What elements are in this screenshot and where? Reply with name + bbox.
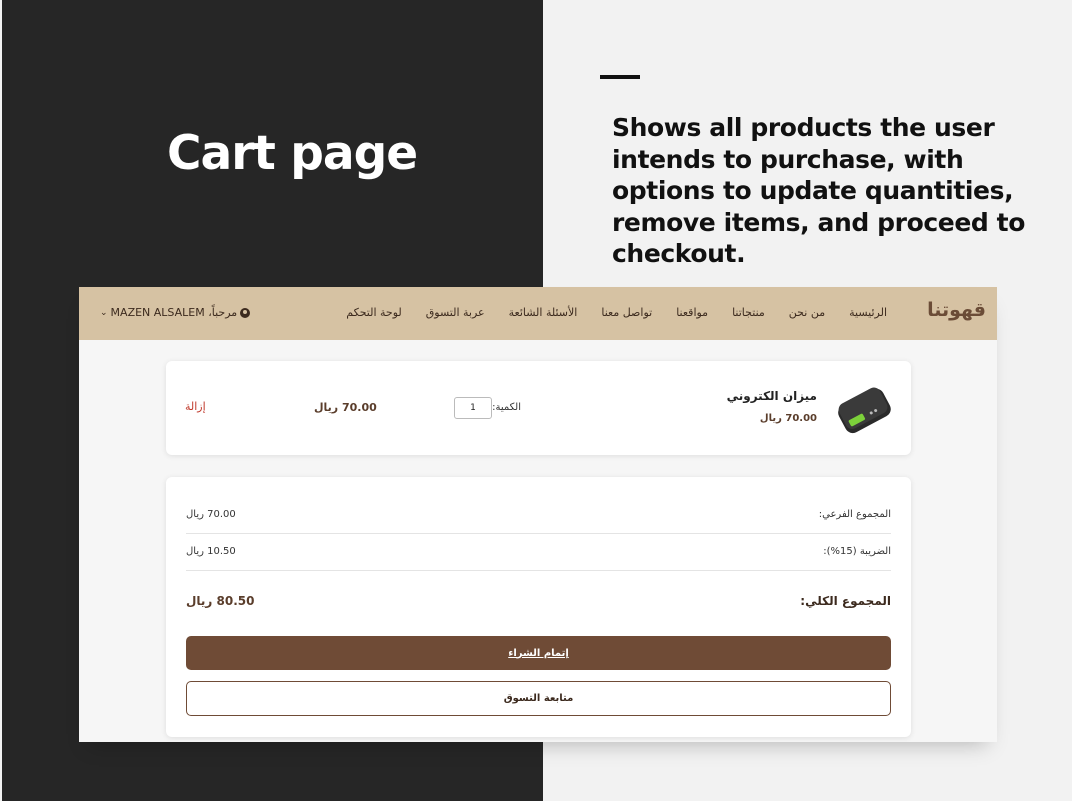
product-name[interactable]: ميزان الكتروني	[727, 389, 817, 403]
site-logo[interactable]: قهوتنا	[927, 299, 986, 321]
remove-item-link[interactable]: إزالة	[185, 400, 206, 413]
nav-link-home[interactable]: الرئيسية	[849, 306, 887, 319]
nav-link-locations[interactable]: مواقعنا	[676, 306, 708, 319]
subtotal-label: المجموع الفرعي:	[818, 509, 891, 520]
checkout-button[interactable]: إتمام الشراء	[186, 636, 891, 670]
chevron-down-icon: ⌄	[100, 307, 108, 318]
order-summary-card: المجموع الفرعي: 70.00 ريال الضريبة (15%)…	[166, 477, 911, 737]
subtotal-value: 70.00 ريال	[186, 509, 236, 520]
nav-links: الرئيسية من نحن منتجاتنا مواقعنا تواصل م…	[322, 306, 887, 319]
tax-row: الضريبة (15%): 10.50 ريال	[186, 546, 891, 566]
user-greeting: مرحباً، MAZEN ALSALEM	[110, 306, 238, 319]
slide-description: Shows all products the user intends to p…	[612, 113, 1025, 268]
user-avatar-icon	[240, 307, 251, 318]
nav-link-cart[interactable]: عربة التسوق	[426, 306, 485, 319]
top-navbar: قهوتنا الرئيسية من نحن منتجاتنا مواقعنا …	[79, 287, 997, 340]
quantity-label: الكمية:	[492, 402, 521, 413]
accent-line	[600, 75, 640, 79]
product-price: 70.00 ريال	[759, 413, 817, 424]
tax-label: الضريبة (15%):	[823, 546, 891, 557]
cart-item-card: ميزان الكتروني 70.00 ريال الكمية: 70.00 …	[166, 361, 911, 455]
nav-link-contact[interactable]: تواصل معنا	[601, 306, 652, 319]
subtotal-row: المجموع الفرعي: 70.00 ريال	[186, 509, 891, 529]
nav-link-dashboard[interactable]: لوحة التحكم	[346, 306, 401, 319]
total-label: المجموع الكلي:	[800, 594, 891, 608]
nav-link-faq[interactable]: الأسئلة الشائعة	[509, 306, 578, 319]
line-total: 70.00 ريال	[314, 401, 377, 414]
tax-value: 10.50 ريال	[186, 546, 236, 557]
divider	[186, 533, 891, 534]
continue-shopping-button[interactable]: متابعة التسوق	[186, 681, 891, 716]
slide-title: Cart page	[167, 126, 418, 181]
user-menu[interactable]: ⌄ مرحباً، MAZEN ALSALEM	[100, 306, 251, 319]
total-value: 80.50 ريال	[186, 594, 255, 608]
cart-page-screenshot: قهوتنا الرئيسية من نحن منتجاتنا مواقعنا …	[79, 287, 997, 742]
nav-link-about[interactable]: من نحن	[789, 306, 825, 319]
digital-scale-image	[838, 387, 891, 434]
quantity-input[interactable]	[454, 397, 492, 419]
nav-link-products[interactable]: منتجاتنا	[732, 306, 765, 319]
divider	[186, 570, 891, 571]
